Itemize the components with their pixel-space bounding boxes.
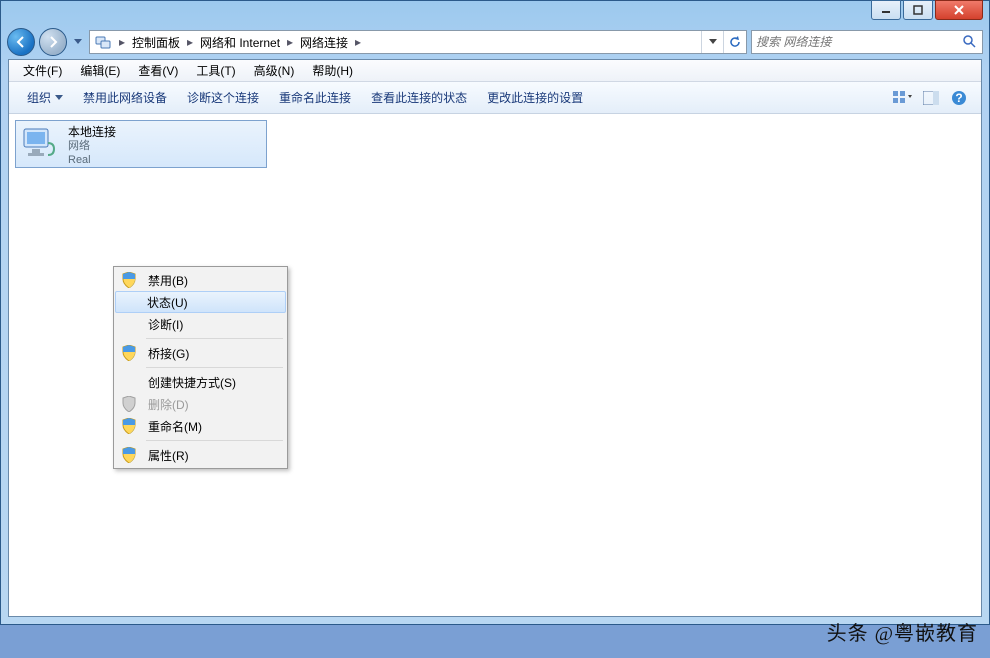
context-item[interactable]: 桥接(G) bbox=[116, 342, 285, 364]
connection-name: 本地连接 bbox=[68, 125, 116, 139]
context-item[interactable]: 状态(U) bbox=[115, 291, 286, 313]
chevron-right-icon[interactable]: ▸ bbox=[183, 31, 197, 53]
titlebar bbox=[1, 1, 989, 25]
menu-file[interactable]: 文件(F) bbox=[15, 60, 70, 81]
context-separator bbox=[146, 367, 283, 368]
context-item[interactable]: 重命名(M) bbox=[116, 415, 285, 437]
address-dropdown-button[interactable] bbox=[701, 31, 723, 53]
toolbar: 组织 禁用此网络设备 诊断这个连接 重命名此连接 查看此连接的状态 更改此连接的… bbox=[9, 82, 981, 114]
menu-help[interactable]: 帮助(H) bbox=[304, 60, 361, 81]
context-item-label: 禁用(B) bbox=[148, 272, 188, 289]
connection-device: Real bbox=[68, 153, 116, 167]
context-item-label: 重命名(M) bbox=[148, 418, 202, 435]
refresh-button[interactable] bbox=[723, 31, 745, 53]
preview-pane-button[interactable] bbox=[919, 86, 943, 110]
search-icon[interactable] bbox=[962, 34, 978, 50]
breadcrumb-item[interactable]: 控制面板 bbox=[129, 31, 183, 53]
maximize-button[interactable] bbox=[903, 0, 933, 20]
back-button[interactable] bbox=[7, 28, 35, 56]
context-separator bbox=[146, 440, 283, 441]
shield-icon bbox=[121, 396, 137, 412]
menu-tools[interactable]: 工具(T) bbox=[188, 60, 243, 81]
context-item-label: 属性(R) bbox=[148, 447, 189, 464]
shield-icon bbox=[121, 418, 137, 434]
network-folder-icon bbox=[94, 33, 112, 51]
context-item[interactable]: 禁用(B) bbox=[116, 269, 285, 291]
chevron-right-icon[interactable]: ▸ bbox=[351, 31, 365, 53]
view-options-button[interactable] bbox=[891, 86, 915, 110]
watermark: 头条 @粤嵌教育 bbox=[827, 617, 978, 646]
context-item-label: 创建快捷方式(S) bbox=[148, 374, 236, 391]
chevron-right-icon[interactable]: ▸ bbox=[115, 31, 129, 53]
breadcrumb-item[interactable]: 网络连接 bbox=[297, 31, 351, 53]
search-box[interactable] bbox=[751, 30, 983, 54]
context-menu: 禁用(B) 状态(U) 诊断(I) 桥接(G) 创建快捷方式(S) 删除(D) 重命名(M)… bbox=[113, 266, 288, 469]
context-item-label: 桥接(G) bbox=[148, 345, 189, 362]
tb-disable[interactable]: 禁用此网络设备 bbox=[73, 85, 177, 110]
explorer-window: ▸ 控制面板 ▸ 网络和 Internet ▸ 网络连接 ▸ 文件(F) 编辑(… bbox=[0, 0, 990, 625]
menu-view[interactable]: 查看(V) bbox=[130, 60, 186, 81]
tb-diagnose[interactable]: 诊断这个连接 bbox=[177, 85, 269, 110]
minimize-button[interactable] bbox=[871, 0, 901, 20]
menu-edit[interactable]: 编辑(E) bbox=[72, 60, 128, 81]
menubar: 文件(F) 编辑(E) 查看(V) 工具(T) 高级(N) 帮助(H) bbox=[9, 60, 981, 82]
shield-icon bbox=[121, 345, 137, 361]
forward-button[interactable] bbox=[39, 28, 67, 56]
inner-frame: 文件(F) 编辑(E) 查看(V) 工具(T) 高级(N) 帮助(H) 组织 禁… bbox=[8, 59, 982, 617]
breadcrumb-item[interactable]: 网络和 Internet bbox=[197, 31, 283, 53]
organize-button[interactable]: 组织 bbox=[17, 85, 73, 110]
help-button[interactable]: ? bbox=[947, 86, 971, 110]
search-input[interactable] bbox=[756, 35, 962, 49]
connection-status: 网络 bbox=[68, 139, 116, 153]
context-item[interactable]: 属性(R) bbox=[116, 444, 285, 466]
chevron-right-icon[interactable]: ▸ bbox=[283, 31, 297, 53]
address-bar[interactable]: ▸ 控制面板 ▸ 网络和 Internet ▸ 网络连接 ▸ bbox=[89, 30, 747, 54]
menu-advanced[interactable]: 高级(N) bbox=[246, 60, 303, 81]
shield-icon bbox=[121, 447, 137, 463]
context-item-label: 状态(U) bbox=[147, 294, 188, 311]
tb-rename[interactable]: 重命名此连接 bbox=[269, 85, 361, 110]
connection-item[interactable]: 本地连接 网络 Real bbox=[15, 120, 267, 168]
tb-status[interactable]: 查看此连接的状态 bbox=[361, 85, 477, 110]
close-button[interactable] bbox=[935, 0, 983, 20]
nav-history-dropdown[interactable] bbox=[71, 28, 85, 56]
svg-text:?: ? bbox=[955, 91, 962, 105]
context-item[interactable]: 创建快捷方式(S) bbox=[116, 371, 285, 393]
context-item-label: 诊断(I) bbox=[148, 316, 183, 333]
shield-icon bbox=[121, 272, 137, 288]
context-item-label: 删除(D) bbox=[148, 396, 189, 413]
context-item[interactable]: 诊断(I) bbox=[116, 313, 285, 335]
context-separator bbox=[146, 338, 283, 339]
context-item: 删除(D) bbox=[116, 393, 285, 415]
network-adapter-icon bbox=[20, 125, 62, 165]
nav-row: ▸ 控制面板 ▸ 网络和 Internet ▸ 网络连接 ▸ bbox=[1, 25, 989, 59]
content-area[interactable]: 本地连接 网络 Real 禁用(B) 状态(U) 诊断(I) 桥接(G) 创建快捷方式(… bbox=[9, 114, 981, 616]
tb-settings[interactable]: 更改此连接的设置 bbox=[477, 85, 593, 110]
